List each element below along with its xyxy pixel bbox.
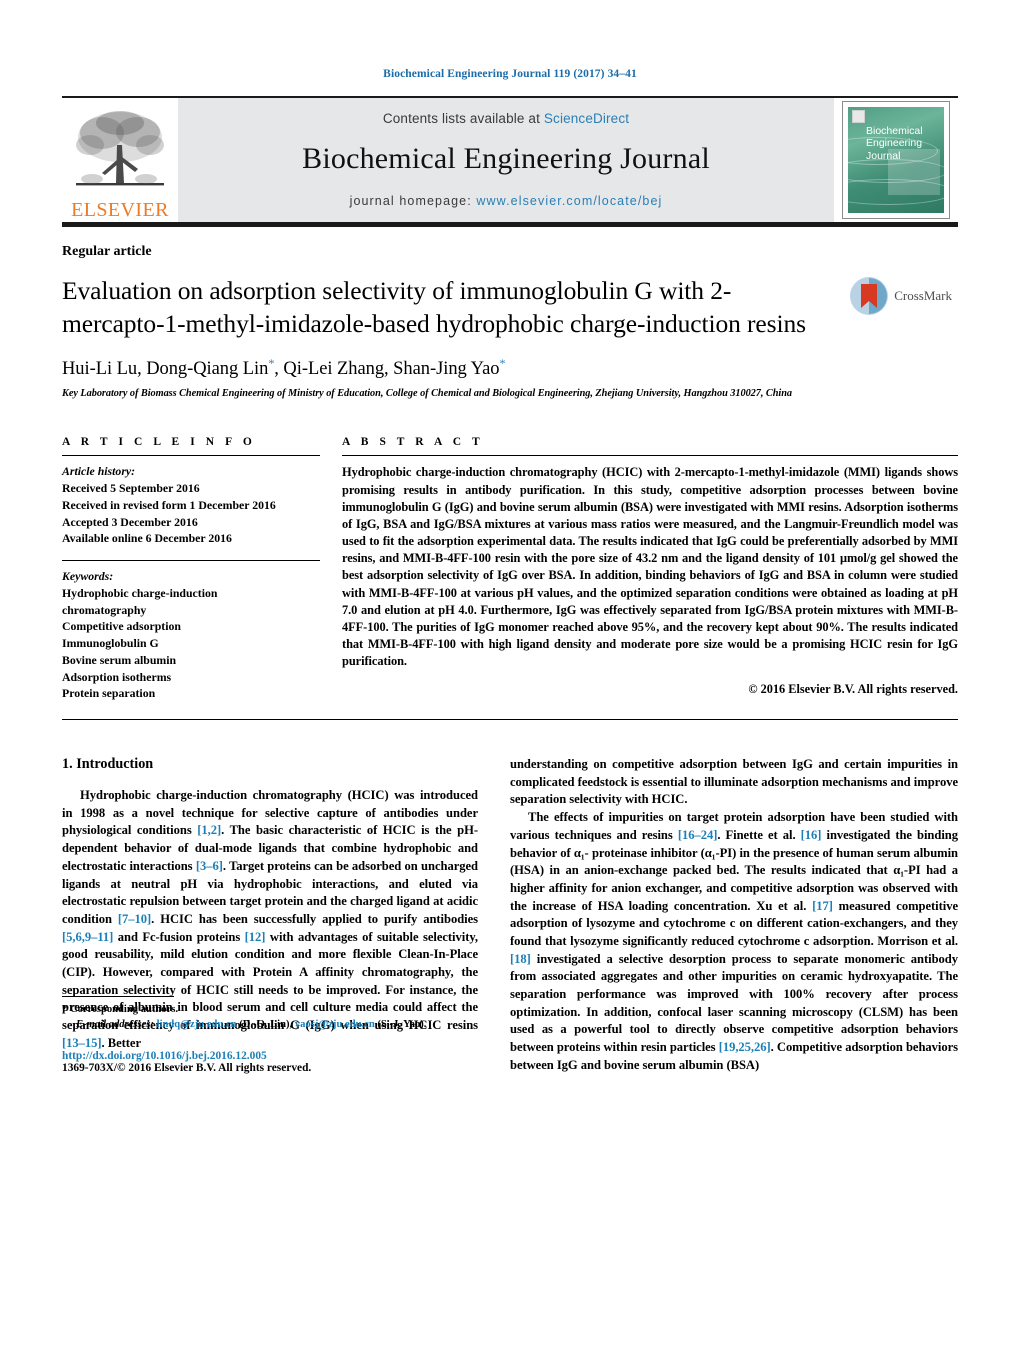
keywords-rule bbox=[62, 560, 320, 562]
page-title: Evaluation on adsorption selectivity of … bbox=[62, 276, 806, 339]
journal-masthead: ELSEVIER Contents lists available at Sci… bbox=[62, 98, 958, 222]
citation-ref[interactable]: [1,2] bbox=[197, 823, 221, 837]
email-owner: (D.-Q. Lin), bbox=[236, 1019, 295, 1031]
doi-link[interactable]: http://dx.doi.org/10.1016/j.bej.2016.12.… bbox=[62, 1050, 478, 1062]
journal-cover-thumbnail[interactable]: Biochemical Engineering Journal bbox=[834, 98, 958, 222]
keywords-label: Keywords: bbox=[62, 569, 114, 584]
intro-text-run: investigated a selective desorption proc… bbox=[510, 951, 958, 1055]
contents-prefix: Contents lists available at bbox=[382, 110, 544, 126]
abstract-heading: A B S T R A C T bbox=[342, 436, 484, 449]
abstract-rule bbox=[342, 455, 958, 457]
article-info-heading: A R T I C L E I N F O bbox=[62, 436, 256, 449]
article-info-column: A R T I C L E I N F O Article history: R… bbox=[62, 436, 320, 702]
keyword-item: Hydrophobic charge-induction bbox=[62, 585, 218, 600]
citation-ref[interactable]: [12] bbox=[245, 930, 266, 944]
keyword-item: Protein separation bbox=[62, 686, 156, 701]
cover-inset-panel bbox=[888, 149, 940, 195]
cover-title-line: Biochemical bbox=[866, 125, 923, 137]
issn-copyright-line: 1369-703X/© 2016 Elsevier B.V. All right… bbox=[62, 1062, 312, 1075]
abstract-column: A B S T R A C T Hydrophobic charge-induc… bbox=[342, 436, 958, 702]
cover-publisher-mark-icon bbox=[852, 110, 865, 123]
history-item: Available online 6 December 2016 bbox=[62, 531, 232, 546]
citation-ref[interactable]: [7–10] bbox=[118, 912, 151, 926]
title-block: Evaluation on adsorption selectivity of … bbox=[62, 274, 958, 340]
elsevier-tree-icon bbox=[76, 111, 164, 186]
author-list: Hui-Li Lu, Dong-Qiang Lin*, Qi-Lei Zhang… bbox=[62, 356, 506, 380]
keyword-item: Bovine serum albumin bbox=[62, 652, 177, 667]
citation-ref[interactable]: [18] bbox=[510, 952, 531, 966]
crossmark-badge[interactable]: CrossMark bbox=[849, 276, 952, 316]
keyword-item: chromatography bbox=[62, 602, 147, 617]
intro-text-run: . HCIC has been successfully applied to … bbox=[151, 911, 478, 926]
citation-ref[interactable]: [16] bbox=[801, 828, 822, 842]
elsevier-logo: ELSEVIER bbox=[62, 98, 178, 222]
article-page: Biochemical Engineering Journal 119 (201… bbox=[0, 0, 1020, 1351]
body-columns: 1. Introduction Hydrophobic charge-induc… bbox=[62, 756, 958, 1074]
keyword-item: Competitive adsorption bbox=[62, 619, 181, 634]
journal-homepage-line: journal homepage: www.elsevier.com/locat… bbox=[350, 194, 663, 208]
elsevier-wordmark: ELSEVIER bbox=[71, 199, 169, 221]
abstract-bottom-rule bbox=[62, 719, 958, 721]
corresponding-author-note: * Corresponding authors. bbox=[62, 1002, 478, 1017]
corresponding-marker: * bbox=[268, 356, 275, 371]
cover-frame: Biochemical Engineering Journal bbox=[842, 101, 950, 219]
crossmark-icon bbox=[850, 277, 889, 315]
history-item: Received in revised form 1 December 2016 bbox=[62, 497, 276, 512]
abstract-text: Hydrophobic charge-induction chromatogra… bbox=[342, 465, 958, 669]
article-history-label: Article history: bbox=[62, 464, 136, 479]
footnote-rule bbox=[62, 995, 174, 997]
footnote-marker: * bbox=[62, 1003, 68, 1015]
citation-ref[interactable]: [17] bbox=[812, 899, 833, 913]
masthead-bottom-rule bbox=[62, 222, 958, 227]
intro-paragraph-right-1: understanding on competitive adsorption … bbox=[510, 757, 958, 807]
keywords-block: Keywords: Hydrophobic charge-induction c… bbox=[62, 560, 320, 702]
homepage-label: journal homepage: bbox=[349, 193, 472, 208]
copyright-line: © 2016 Elsevier B.V. All rights reserved… bbox=[748, 682, 958, 697]
history-item: Accepted 3 December 2016 bbox=[62, 514, 198, 529]
citation-ref[interactable]: [3–6] bbox=[196, 859, 223, 873]
intro-paragraph-right-2: The effects of impurities on target prot… bbox=[510, 809, 958, 1074]
affiliation: Key Laboratory of Biomass Chemical Engin… bbox=[62, 388, 792, 400]
journal-title: Biochemical Engineering Journal bbox=[302, 141, 710, 175]
article-type-label: Regular article bbox=[62, 244, 152, 259]
article-history-block: Article history: Received 5 September 20… bbox=[62, 463, 320, 547]
corresponding-marker: * bbox=[499, 356, 506, 371]
citation-ref[interactable]: [5,6,9–11] bbox=[62, 930, 113, 944]
journal-homepage-link[interactable]: www.elsevier.com/locate/bej bbox=[476, 194, 662, 208]
cover-artwork: Biochemical Engineering Journal bbox=[848, 107, 944, 213]
footnote-block: * Corresponding authors. E-mail addresse… bbox=[62, 995, 478, 1074]
doi-block: http://dx.doi.org/10.1016/j.bej.2016.12.… bbox=[62, 1050, 478, 1074]
intro-text-run: . Finette et al. bbox=[717, 827, 801, 842]
email-note: E-mail addresses: lindq@zju.edu.cn (D.-Q… bbox=[62, 1017, 478, 1032]
email-label: E-mail addresses: bbox=[76, 1019, 154, 1031]
info-abstract-region: A R T I C L E I N F O Article history: R… bbox=[62, 436, 958, 702]
article-info-rule bbox=[62, 455, 320, 457]
footnote-text: Corresponding authors. bbox=[69, 1003, 179, 1015]
contents-available-line: Contents lists available at ScienceDirec… bbox=[383, 111, 629, 126]
intro-text-run: and Fc-fusion proteins bbox=[113, 929, 245, 944]
history-item: Received 5 September 2016 bbox=[62, 481, 200, 496]
email-link[interactable]: yaosj@zju.edu.cn bbox=[295, 1019, 375, 1030]
cover-title-line: Engineering bbox=[866, 137, 923, 150]
crossmark-label: CrossMark bbox=[894, 288, 952, 303]
citation-ref[interactable]: [19,25,26] bbox=[719, 1040, 771, 1054]
running-head: Biochemical Engineering Journal 119 (201… bbox=[383, 68, 637, 80]
masthead-center-band: Contents lists available at ScienceDirec… bbox=[178, 98, 834, 222]
email-link[interactable]: lindq@zju.edu.cn bbox=[157, 1019, 237, 1030]
citation-ref[interactable]: [16–24] bbox=[678, 828, 718, 842]
email-owner: (S.-J. Yao). bbox=[374, 1019, 427, 1031]
body-column-left: 1. Introduction Hydrophobic charge-induc… bbox=[62, 756, 478, 1074]
keyword-item: Immunoglobulin G bbox=[62, 636, 159, 651]
introduction-heading: 1. Introduction bbox=[62, 756, 154, 773]
keywords-body: Keywords: Hydrophobic charge-induction c… bbox=[62, 568, 320, 702]
keyword-item: Adsorption isotherms bbox=[62, 669, 172, 684]
body-column-right: understanding on competitive adsorption … bbox=[510, 756, 958, 1074]
sciencedirect-link[interactable]: ScienceDirect bbox=[544, 111, 629, 126]
